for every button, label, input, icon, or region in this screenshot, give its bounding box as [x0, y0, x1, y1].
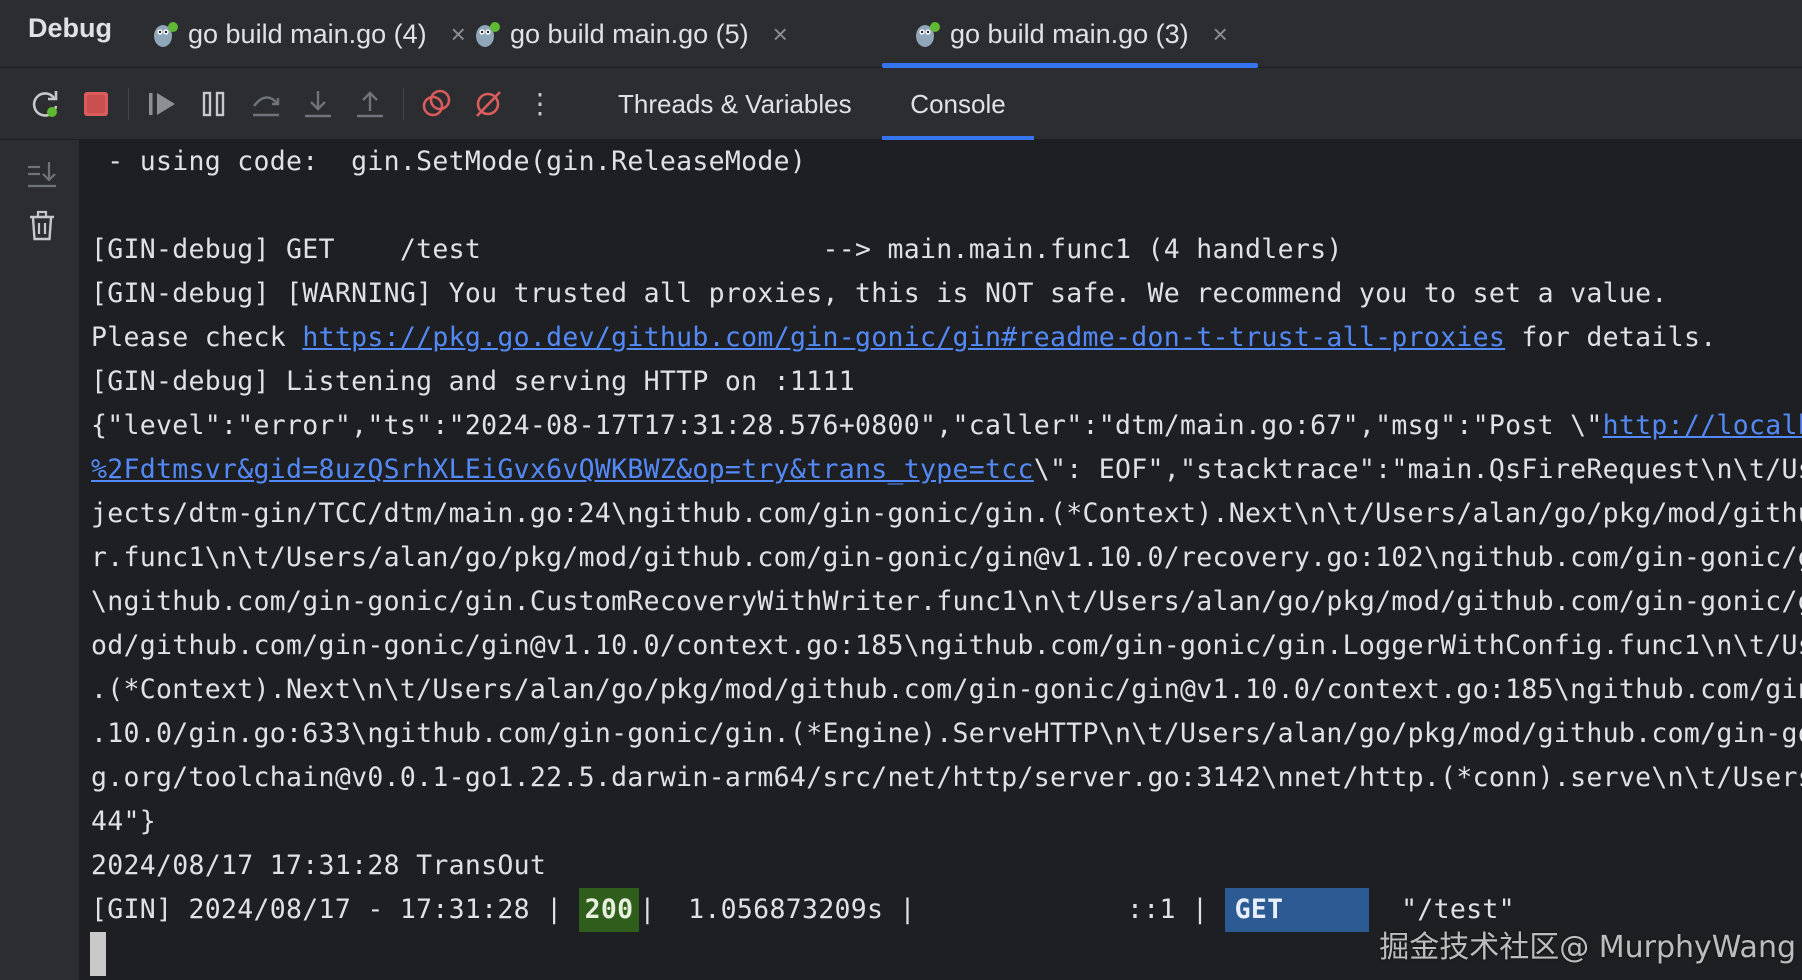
scroll-to-end-icon[interactable]: [24, 156, 60, 192]
go-build-icon: [154, 22, 178, 47]
console-text: [GIN] 2024/08/17 - 17:31:28 |: [91, 894, 579, 925]
rerun-icon[interactable]: [27, 86, 63, 122]
run-tab-label: go build main.go (4): [188, 18, 427, 49]
debug-toolbar: ⋮ Threads & Variables Console: [0, 68, 1802, 140]
console-text: {"level":"error","ts":"2024-08-17T17:31:…: [91, 410, 1603, 441]
tool-window-title: Debug: [28, 13, 112, 43]
view-breakpoints-icon[interactable]: [418, 86, 454, 122]
console-text: | 1.056873209s | ::1 |: [639, 894, 1225, 925]
console-side-toolbar: [0, 140, 80, 980]
close-tab-icon[interactable]: ×: [773, 19, 788, 50]
toolbar-divider: [128, 88, 129, 120]
console-link[interactable]: http://localho: [1603, 410, 1802, 441]
console-line: Please check https://pkg.go.dev/github.c…: [91, 316, 1716, 360]
console-line: {"level":"error","ts":"2024-08-17T17:31:…: [91, 404, 1802, 448]
console-line: 44"}: [91, 806, 157, 837]
console-line: [GIN-debug] [WARNING] You trusted all pr…: [91, 278, 1668, 309]
console-line: 2024/08/17 17:31:28 TransOut: [91, 850, 547, 881]
console-link[interactable]: https://pkg.go.dev/github.com/gin-gonic/…: [302, 322, 1505, 353]
resume-icon[interactable]: [144, 86, 180, 122]
step-out-icon[interactable]: [352, 86, 388, 122]
step-over-icon[interactable]: [248, 86, 284, 122]
run-tab-label: go build main.go (5): [510, 18, 749, 49]
console-text: "/test": [1368, 894, 1515, 925]
console-line: \ngithub.com/gin-gonic/gin.CustomRecover…: [91, 586, 1802, 617]
step-into-icon[interactable]: [300, 86, 336, 122]
console-output[interactable]: - using code: gin.SetMode(gin.ReleaseMod…: [80, 140, 1802, 980]
toolbar-divider: [403, 88, 404, 120]
pause-icon[interactable]: [196, 86, 232, 122]
console-text: \": EOF","stacktrace":"main.QsFireReques…: [1033, 454, 1802, 485]
clear-all-icon[interactable]: [24, 208, 60, 244]
console-line: jects/dtm-gin/TCC/dtm/main.go:24\ngithub…: [91, 498, 1802, 529]
run-tab-main-4[interactable]: go build main.go (4) ×: [150, 0, 466, 68]
go-build-icon: [916, 22, 940, 47]
run-tab-main-3[interactable]: go build main.go (3) ×: [882, 0, 1258, 68]
mute-breakpoints-icon[interactable]: [470, 86, 506, 122]
stop-icon[interactable]: [78, 86, 114, 122]
console-line: - using code: gin.SetMode(gin.ReleaseMod…: [91, 146, 807, 177]
run-tab-label: go build main.go (3): [950, 18, 1189, 49]
tab-threads-variables[interactable]: Threads & Variables: [592, 68, 878, 140]
console-line: [GIN-debug] GET /test --> main.main.func…: [91, 234, 1343, 265]
watermark: 掘金技术社区@ MurphyWang: [1379, 930, 1796, 965]
console-text: Please check: [91, 322, 303, 353]
method-badge: GET: [1224, 888, 1369, 932]
console-line: od/github.com/gin-gonic/gin@v1.10.0/cont…: [91, 630, 1802, 661]
close-tab-icon[interactable]: ×: [1213, 19, 1228, 50]
console-line: g.org/toolchain@v0.0.1-go1.22.5.darwin-a…: [91, 762, 1802, 793]
close-tab-icon[interactable]: ×: [451, 19, 466, 50]
more-icon[interactable]: ⋮: [522, 86, 558, 122]
console-line: [GIN-debug] Listening and serving HTTP o…: [91, 366, 855, 397]
go-build-icon: [476, 22, 500, 47]
text-cursor: [90, 932, 106, 976]
console-text: for details.: [1505, 322, 1717, 353]
console-line: r.func1\n\t/Users/alan/go/pkg/mod/github…: [91, 542, 1802, 573]
tab-console[interactable]: Console: [882, 68, 1034, 140]
run-tab-main-5[interactable]: go build main.go (5) ×: [472, 0, 788, 68]
status-badge: 200: [578, 888, 640, 932]
console-line: %2Fdtmsvr&gid=8uzQSrhXLEiGvx6vQWKBWZ&op=…: [91, 448, 1802, 492]
console-line: .10.0/gin.go:633\ngithub.com/gin-gonic/g…: [91, 718, 1802, 749]
gin-request-log-line: [GIN] 2024/08/17 - 17:31:28 | 200 | 1.056…: [91, 888, 1515, 932]
run-tab-bar: Debug go build main.go (4) × go build ma…: [0, 0, 1802, 68]
console-line: .(*Context).Next\n\t/Users/alan/go/pkg/m…: [91, 674, 1802, 705]
console-link[interactable]: %2Fdtmsvr&gid=8uzQSrhXLEiGvx6vQWKBWZ&op=…: [91, 454, 1034, 485]
